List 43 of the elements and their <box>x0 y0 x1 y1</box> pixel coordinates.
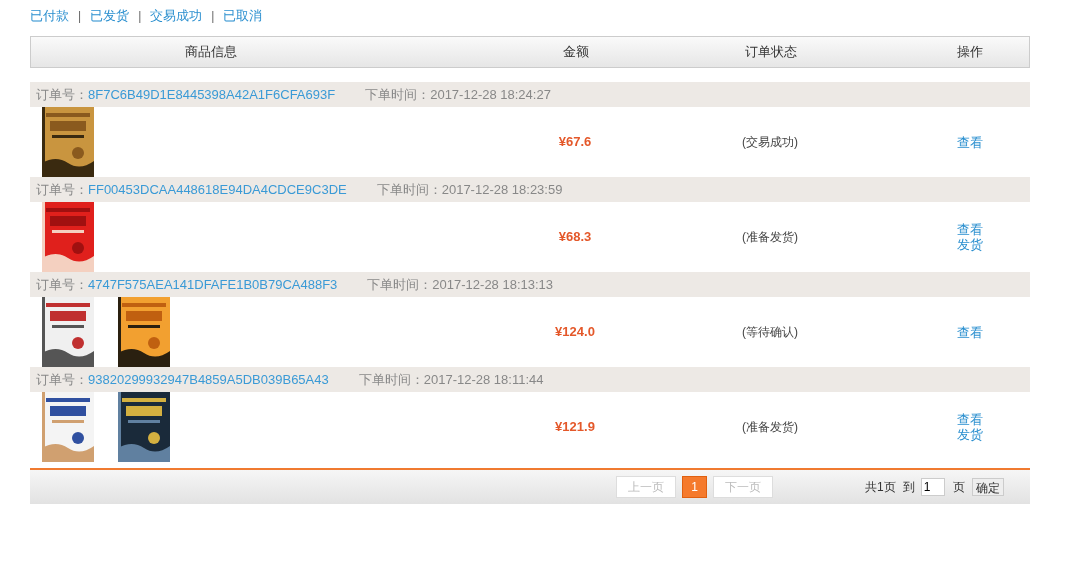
separator: | <box>138 7 142 25</box>
page-unit: 页 <box>952 479 965 496</box>
order-status: (准备发货) <box>741 229 799 246</box>
order-id-link[interactable]: 93820299932947B4859A5DB039B65A43 <box>88 369 329 390</box>
confirm-button[interactable]: 确定 <box>971 478 1004 496</box>
order-id-link[interactable]: 8F7C6B49D1E8445398A42A1F6CFA693F <box>88 84 336 105</box>
filter-link[interactable]: 交易成功 <box>150 5 203 26</box>
order-id-link[interactable]: 4747F575AEA141DFAFE1B0B79CA488F3 <box>88 274 338 295</box>
goto-label: 到 <box>902 479 915 496</box>
page-input[interactable]: 1 <box>920 478 945 496</box>
order-time: 下单时间：2017-12-28 18:23:59 <box>376 180 563 199</box>
order-amount: ¥67.6 <box>557 133 593 152</box>
order-label: 订单号： <box>36 85 88 104</box>
action-link[interactable]: 查看 <box>957 222 983 237</box>
action-link[interactable]: 查看 <box>957 134 983 150</box>
order-amount: ¥124.0 <box>554 323 596 342</box>
column-header: 操作 <box>956 43 984 62</box>
order-time: 下单时间：2017-12-28 18:24:27 <box>365 85 551 104</box>
filter-link[interactable]: 已取消 <box>223 5 263 26</box>
order-status: (等待确认) <box>741 324 799 341</box>
action-link[interactable]: 发货 <box>957 237 983 252</box>
order-id-link[interactable]: FF00453DCAA448618E94DA4CDCE9C3DE <box>88 179 347 200</box>
order-status: (准备发货) <box>741 419 799 436</box>
page-button[interactable]: 1 <box>682 476 707 498</box>
order-time: 下单时间：2017-12-28 18:11:44 <box>358 370 544 389</box>
action-link[interactable]: 查看 <box>957 324 983 340</box>
separator: | <box>211 7 215 25</box>
column-header: 金额 <box>562 43 590 62</box>
order-amount: ¥121.9 <box>554 418 596 437</box>
action-link[interactable]: 发货 <box>957 427 983 442</box>
order-label: 订单号： <box>36 180 88 199</box>
filter-link[interactable]: 已发货 <box>90 5 130 26</box>
order-label: 订单号： <box>36 370 88 389</box>
order-amount: ¥68.3 <box>557 228 593 247</box>
order-label: 订单号： <box>36 275 88 294</box>
filter-link[interactable]: 已付款 <box>30 5 69 26</box>
page-total: 共1页 <box>865 479 896 496</box>
order-time: 下单时间：2017-12-28 18:13:13 <box>367 275 554 294</box>
column-header: 订单状态 <box>744 43 798 62</box>
separator: | <box>78 7 82 25</box>
order-status: (交易成功) <box>741 134 799 151</box>
column-header: 商品信息 <box>184 43 238 62</box>
action-link[interactable]: 查看 <box>957 412 983 427</box>
